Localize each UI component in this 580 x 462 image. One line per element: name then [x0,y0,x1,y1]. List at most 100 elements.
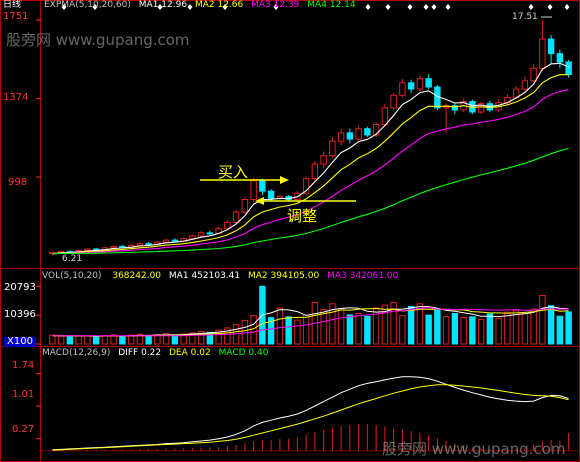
price-candle-body-24 [259,180,266,192]
macd-legend-macd-label: MACD [218,348,246,358]
volume-legend-ma3-label: MA3 [327,271,347,281]
macd-legend-dea-value: 0.02 [190,348,211,358]
price-candle-body-36 [364,128,371,136]
volume-bar-29 [302,314,310,345]
volume-bar-54 [521,313,529,345]
price-candle-body-38 [381,107,389,126]
macd-tick-mid: 1.01 [12,389,35,400]
price-legend-ma1-label: MA1 [138,0,159,10]
volume-bar-53 [512,310,520,345]
volume-bar-34 [346,314,354,345]
macd-legend-dea-label: DEA [168,348,188,358]
price-candle-body-4 [84,248,91,252]
volume-bar-1 [57,335,65,345]
event-marker-12 [528,4,534,10]
price-legend-ma3-value: 12.39 [273,0,300,10]
price-candle-body-59 [565,61,572,75]
volume-bar-52 [504,311,511,345]
volume-bar-26 [276,307,284,345]
volume-bar-55 [530,308,537,345]
price-candle-body-33 [337,132,345,142]
price-candle-body-10 [136,243,144,246]
volume-bar-2 [66,336,74,345]
event-marker-6 [365,4,371,10]
macd-legend: MACD(12,26,9) DIFF 0.22 DEA 0.02 MACD 0.… [42,348,268,358]
volume-bar-47 [460,316,467,345]
volume-bar-41 [407,306,415,345]
price-candle-body-11 [145,243,152,246]
price-candle-body-43 [425,78,432,88]
adjust-annotation: 调整 [287,207,318,225]
volume-bar-44 [434,308,441,345]
price-legend-name: EXPMA(5,10,20,60) [44,0,131,10]
buy-arrow-head [280,176,289,184]
volume-bar-48 [469,316,476,345]
price-candle-body-8 [119,245,126,248]
price-legend-ma4-label: MA4 [307,0,327,10]
volume-bar-58 [556,315,564,345]
event-marker-14 [564,4,570,10]
macd-legend-name: MACD(12,26,9) [42,348,111,358]
price-candle-body-7 [110,245,117,249]
macd-legend-diff-label: DIFF [118,348,139,358]
volume-legend-ma2-value: 394105.00 [270,271,320,281]
price-candle-body-13 [162,239,170,243]
volume-bar-35 [355,313,362,345]
chart-canvas [0,0,580,462]
price-tick-top: 1751 [3,11,29,22]
price-candle-body-35 [355,128,362,140]
price-candle-body-23 [250,180,257,200]
macd-tick-top: 1.74 [12,360,35,371]
volume-legend-ma1-label: MA1 [168,271,189,281]
volume-legend-ma2-label: MA2 [247,271,268,281]
price-candle-body-34 [346,132,354,140]
price-candle-body-37 [372,124,380,136]
price-candle-body-21 [232,211,240,223]
price-candle-body-56 [539,38,546,69]
macd-legend-macd-value: 0.40 [248,348,269,358]
price-legend-ma4-value: 12.14 [329,0,356,10]
price-candle-body-39 [390,94,397,109]
volume-bar-5 [92,336,100,345]
volume-bar-49 [477,319,485,345]
price-legend-ma2-label: MA2 [194,0,215,10]
event-marker-13 [547,4,553,10]
price-line-ma3 [52,89,569,255]
price-candle-body-18 [206,232,214,235]
price-candle-body-42 [416,78,424,90]
watermark-top: 股旁网 www.gupang.com [6,31,190,49]
price-tick-mid: 1374 [3,92,29,103]
volume-bar-40 [399,315,406,345]
macd-legend-diff-value: 0.22 [141,348,162,358]
volume-bar-28 [294,319,301,345]
volume-bar-4 [84,335,91,345]
volume-bar-3 [75,335,82,345]
volume-legend: VOL(5,10,20) 368242.00 MA1 452103.41 MA2… [42,271,398,281]
volume-bar-57 [547,305,555,345]
volume-bar-43 [425,314,432,345]
volume-legend-ma3-value: 342061.00 [349,271,399,281]
price-candle-body-25 [267,190,275,199]
price-candle-body-32 [329,140,336,157]
min-price-label: 6.21 [62,254,83,264]
volume-bar-6 [101,334,109,345]
price-candle-body-17 [197,232,205,237]
price-candle-body-20 [224,221,231,230]
stock-chart: 日线 EXPMA(5,10,20,60) MA1 12.96 MA2 12.66… [0,0,580,462]
volume-bar-14 [171,334,179,345]
price-candle-body-22 [241,199,249,213]
price-tick-low: 998 [8,177,28,188]
macd-tick-low: 0.27 [12,424,35,435]
price-candle-body-58 [556,53,564,63]
buy-annotation: 买入 [218,163,249,181]
event-marker-11 [445,4,451,10]
price-line-ma2 [52,74,569,255]
period-label[interactable]: 日线 [3,0,21,10]
watermark-bottom: 股旁网 www.gupang.com [382,440,566,458]
price-legend-ma2-value: 12.66 [217,0,244,10]
price-legend-ma1-value: 12.96 [161,0,188,10]
volume-bar-51 [495,317,502,345]
price-candle-body-16 [189,235,196,240]
volume-tick-top: 20793 [4,282,36,293]
volume-bar-59 [565,311,572,345]
